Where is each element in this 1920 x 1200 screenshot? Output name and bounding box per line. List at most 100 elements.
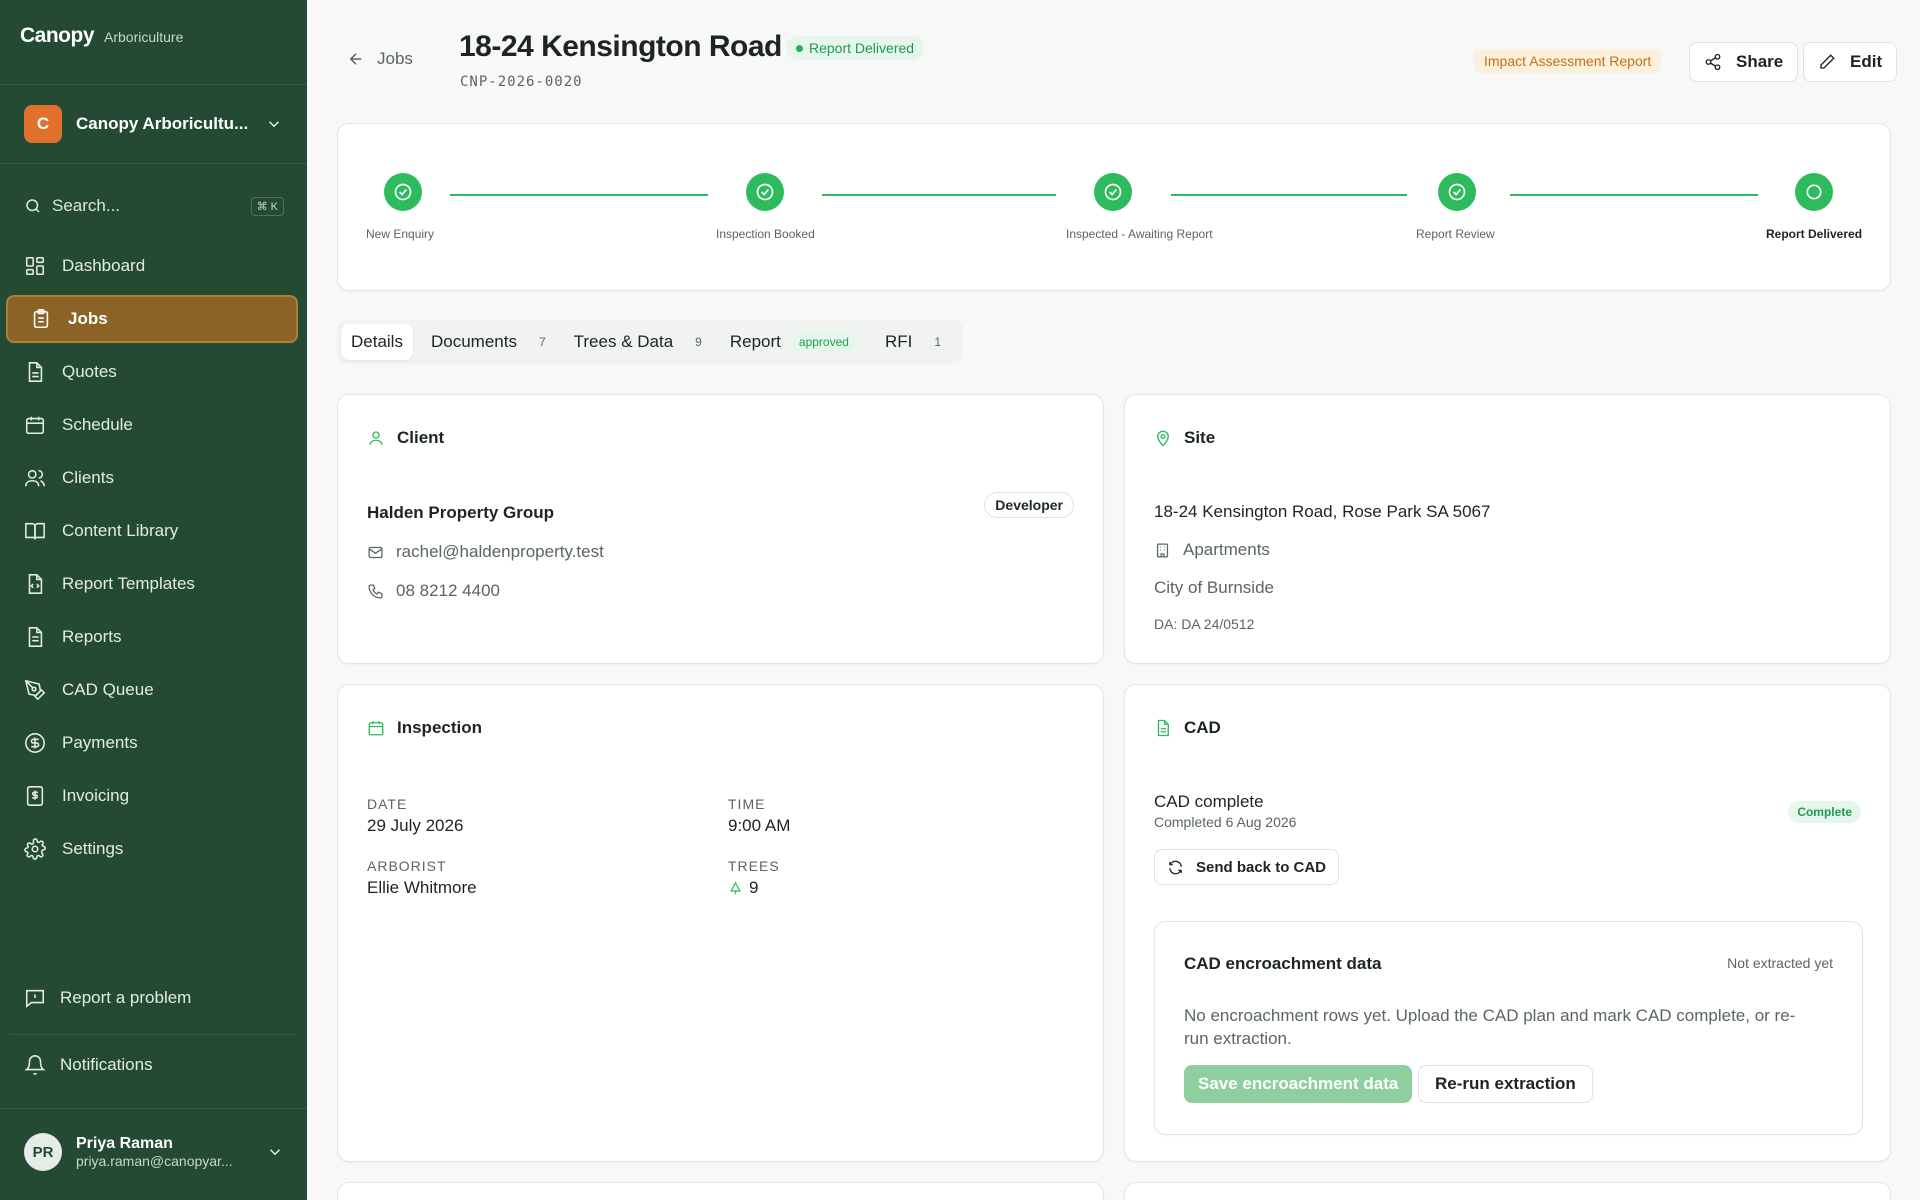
next-card-left [337, 1182, 1104, 1200]
encroachment-state: Not extracted yet [1727, 955, 1833, 971]
tab-label: Documents [430, 332, 517, 351]
brand-subtitle: Arboriculture [104, 29, 184, 45]
client-email[interactable]: rachel@haldenproperty.test [367, 542, 604, 566]
brand[interactable]: Canopy Arboriculture [20, 24, 183, 48]
tab-trees-data[interactable]: Trees & Data 9 [564, 324, 712, 360]
trees-label: TREES [728, 858, 780, 874]
step-connector [1510, 194, 1758, 196]
send-back-to-cad-button[interactable]: Send back to CAD [1154, 849, 1340, 885]
client-card: Client Halden Property Group Developer r… [337, 394, 1104, 664]
tab-label: Report [729, 332, 781, 351]
next-card-right [1124, 1182, 1891, 1200]
card-title-label: Client [397, 428, 445, 447]
job-tabs: Details Documents 7 Trees & Data 9 Repor… [337, 320, 964, 364]
sidebar-item-dashboard[interactable]: Dashboard [6, 242, 298, 290]
client-phone[interactable]: 08 8212 4400 [367, 581, 500, 605]
sidebar-nav: Dashboard Jobs Quotes Schedule Clients C… [6, 242, 298, 878]
template-icon [28, 574, 43, 594]
arborist-label: ARBORIST [367, 858, 447, 874]
back-to-jobs-link[interactable]: Jobs [347, 49, 413, 69]
org-switcher[interactable]: C Canopy Arboricultu... [0, 84, 307, 164]
sidebar-item-content-library[interactable]: Content Library [6, 507, 298, 555]
book-icon [25, 522, 45, 540]
step-complete-icon [746, 173, 784, 211]
notifications-link[interactable]: Notifications [24, 1054, 153, 1076]
gear-icon [24, 838, 46, 860]
user-icon [369, 431, 383, 445]
sidebar-item-invoicing[interactable]: Invoicing [6, 772, 298, 820]
inspection-card-title: Inspection [367, 718, 482, 738]
tab-rfi[interactable]: RFI 1 [875, 324, 951, 360]
trees-count: 9 [728, 878, 758, 901]
sidebar-item-label: Quotes [62, 362, 117, 381]
trees-count-text: 9 [749, 878, 759, 897]
tab-report[interactable]: Report approved [720, 324, 867, 360]
tab-label: Details [351, 332, 403, 351]
step-label: New Enquiry [366, 227, 435, 241]
user-menu[interactable]: PR Priya Raman priya.raman@canopyar... [24, 1133, 284, 1171]
tab-details[interactable]: Details [341, 324, 413, 360]
share-button[interactable]: Share [1689, 42, 1799, 82]
status-label: Report Delivered [809, 40, 915, 56]
alert-message-icon [25, 989, 45, 1008]
client-role-badge: Developer [984, 492, 1074, 518]
save-encroachment-button[interactable]: Save encroachment data [1184, 1065, 1413, 1103]
tab-documents[interactable]: Documents 7 [421, 324, 556, 360]
sidebar-item-payments[interactable]: Payments [6, 719, 298, 767]
sidebar-item-report-templates[interactable]: Report Templates [6, 560, 298, 608]
user-info: Priya Raman priya.raman@canopyar... [76, 1135, 266, 1169]
tab-count: 9 [695, 335, 702, 349]
site-da-number: DA: DA 24/0512 [1154, 616, 1255, 632]
report-problem-link[interactable]: Report a problem [24, 987, 191, 1009]
card-title-label: CAD [1184, 718, 1221, 737]
rerun-label: Re-run extraction [1435, 1074, 1576, 1093]
refresh-icon [1169, 860, 1182, 874]
edit-button[interactable]: Edit [1803, 42, 1898, 82]
tab-count: 1 [934, 335, 942, 349]
site-council: City of Burnside [1154, 578, 1274, 597]
cad-complete-badge: Complete [1788, 801, 1861, 823]
mail-icon [368, 546, 383, 558]
job-progress-card: New Enquiry Inspection Booked Inspected … [337, 123, 1891, 291]
file-text-icon [1157, 719, 1169, 737]
report-icon [28, 627, 43, 647]
tab-label: RFI [884, 332, 913, 351]
report-type-badge: Impact Assessment Report [1474, 49, 1662, 73]
sidebar-item-label: Jobs [68, 309, 108, 328]
send-back-label: Send back to CAD [1196, 858, 1327, 876]
sidebar-item-clients[interactable]: Clients [6, 454, 298, 502]
sidebar-item-jobs[interactable]: Jobs [6, 295, 298, 343]
job-code: CNP-2026-0020 [460, 74, 583, 90]
map-pin-icon [1157, 430, 1169, 447]
search-shortcut: ⌘ K [250, 196, 284, 216]
search-input[interactable]: Search... ⌘ K [24, 193, 284, 219]
org-name: Canopy Arboricultu... [76, 114, 249, 133]
inspection-card: Inspection DATE 29 July 2026 TIME 9:00 A… [337, 684, 1104, 1162]
status-badge: Report Delivered [786, 36, 925, 60]
bell-icon [24, 1055, 46, 1075]
sidebar-item-settings[interactable]: Settings [6, 825, 298, 873]
step-label: Report Delivered [1766, 227, 1863, 241]
inspection-time: 9:00 AM [728, 816, 791, 835]
sidebar-item-label: Report Templates [62, 574, 195, 593]
sidebar-item-label: CAD Queue [62, 680, 154, 699]
sidebar-item-label: Settings [62, 839, 124, 858]
sidebar-item-cad-queue[interactable]: CAD Queue [6, 666, 298, 714]
inspection-date: 29 July 2026 [367, 816, 464, 835]
notifications-label: Notifications [60, 1055, 153, 1074]
cad-status: CAD complete [1154, 792, 1264, 811]
sidebar-item-label: Invoicing [62, 786, 130, 805]
step-label: Inspection Booked [716, 227, 815, 241]
rerun-extraction-button[interactable]: Re-run extraction [1418, 1065, 1593, 1103]
chevron-down-icon [269, 1149, 281, 1156]
pen-tool-icon [24, 679, 46, 701]
encroachment-title: CAD encroachment data [1184, 954, 1382, 973]
sidebar-item-label: Clients [62, 468, 114, 487]
calendar-icon [368, 721, 384, 736]
sidebar-item-reports[interactable]: Reports [6, 613, 298, 661]
sidebar-item-schedule[interactable]: Schedule [6, 401, 298, 449]
sidebar-item-quotes[interactable]: Quotes [6, 348, 298, 396]
inspection-time-label: TIME [728, 796, 766, 812]
sidebar-item-label: Dashboard [62, 256, 146, 275]
calendar-icon [25, 416, 45, 435]
